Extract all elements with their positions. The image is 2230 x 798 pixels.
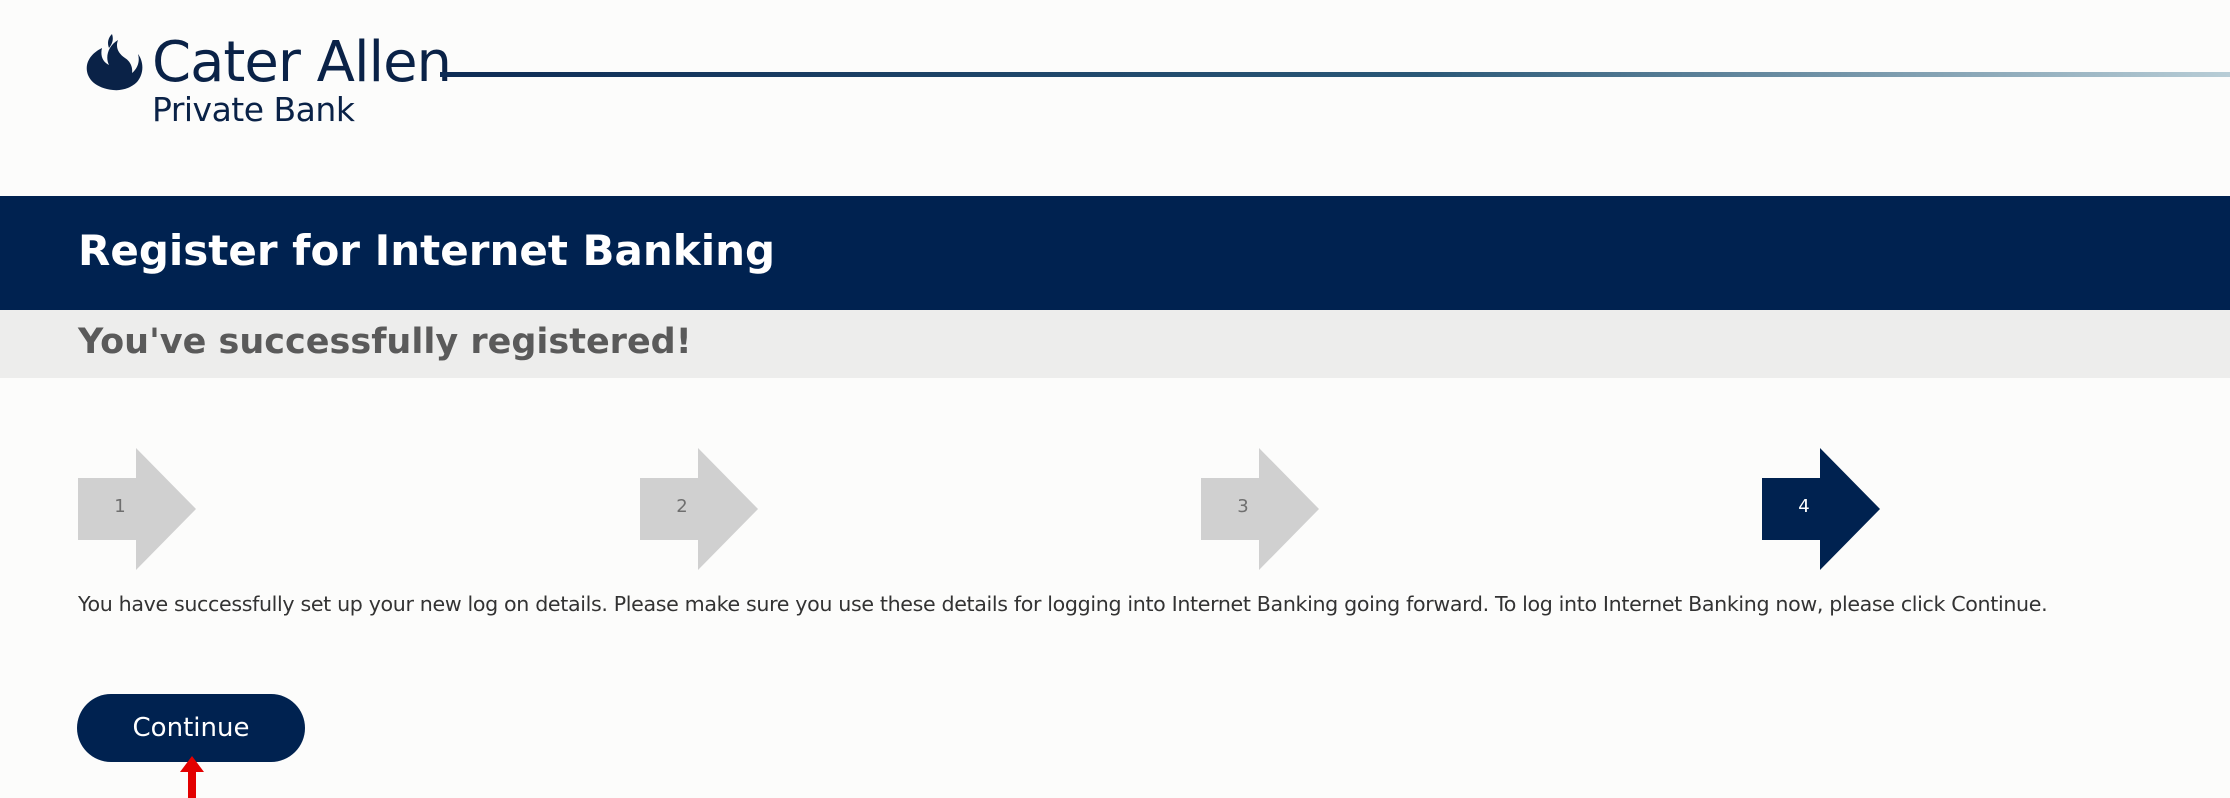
- brand-logo[interactable]: Cater Allen Private Bank: [82, 30, 452, 135]
- header-divider: [440, 72, 2230, 77]
- success-heading: You've successfully registered!: [78, 322, 692, 362]
- step-number: 1: [114, 496, 126, 517]
- flame-icon: [86, 34, 143, 91]
- page-title: Register for Internet Banking: [78, 226, 776, 275]
- step-2: 2: [640, 448, 760, 570]
- step-1: 1: [78, 448, 198, 570]
- step-3: 3: [1201, 448, 1321, 570]
- step-number: 3: [1237, 496, 1249, 517]
- status-band: You've successfully registered!: [0, 310, 2230, 378]
- continue-button[interactable]: Continue: [77, 694, 305, 762]
- page-title-band: Register for Internet Banking: [0, 196, 2230, 310]
- step-number: 4: [1798, 496, 1810, 517]
- step-number: 2: [676, 496, 688, 517]
- success-message: You have successfully set up your new lo…: [78, 592, 2048, 616]
- logo-name: Cater Allen: [152, 30, 452, 95]
- logo-subtitle: Private Bank: [152, 90, 355, 129]
- arrow-up-icon: [180, 756, 204, 798]
- step-4: 4: [1762, 448, 1882, 570]
